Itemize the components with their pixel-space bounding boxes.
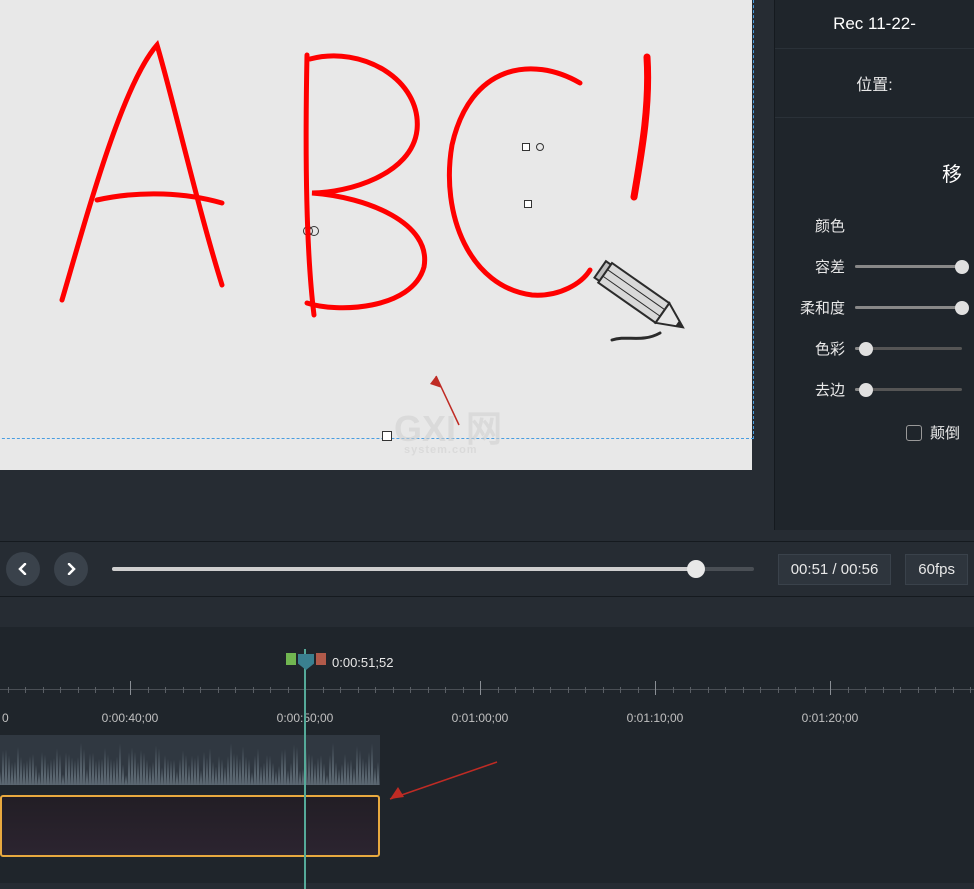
ruler-label: 0: [2, 711, 9, 725]
invert-checkbox[interactable]: [906, 425, 922, 441]
panel-section-title: 移: [775, 117, 974, 205]
preview-area[interactable]: GXI 网 system.com: [0, 0, 774, 530]
marker-start-icon[interactable]: [286, 653, 296, 665]
ruler-label: 0:01:10;00: [627, 711, 684, 725]
resize-handle-bottom[interactable]: [382, 431, 392, 441]
prev-frame-button[interactable]: [6, 552, 40, 586]
playback-bar: 00:51 / 00:56 60fps: [0, 541, 974, 597]
playhead-grip-icon[interactable]: [298, 654, 314, 670]
panel-title: Rec 11-22-: [775, 0, 974, 49]
time-display: 00:51 / 00:56: [778, 554, 892, 585]
seek-thumb[interactable]: [687, 560, 705, 578]
invert-label: 颠倒: [930, 422, 960, 443]
slider-color-label: 颜色: [787, 215, 845, 236]
timeline-panel[interactable]: 00:00:40;000:00:50;000:01:00;000:01:10;0…: [0, 627, 974, 883]
fps-display[interactable]: 60fps: [905, 554, 968, 585]
slider-softness-label: 柔和度: [787, 297, 845, 318]
slider-hue-row: 色彩: [775, 328, 974, 369]
slider-tolerance[interactable]: [855, 265, 962, 268]
group-handle-bottom[interactable]: [524, 200, 532, 208]
position-label: 位置:: [775, 49, 974, 117]
slider-hue[interactable]: [855, 347, 962, 350]
seek-bar[interactable]: [112, 567, 754, 571]
group-handle-circle[interactable]: [536, 143, 544, 151]
chevron-right-icon: [65, 563, 77, 575]
ruler-label: 0:01:20;00: [802, 711, 859, 725]
playhead-handle[interactable]: [294, 651, 318, 673]
waveform-icon: [0, 735, 380, 785]
audio-track-clip[interactable]: [0, 735, 380, 785]
properties-panel: Rec 11-22- 位置: 移 颜色 容差 柔和度 色彩 去边 颠倒: [774, 0, 974, 530]
next-frame-button[interactable]: [54, 552, 88, 586]
slider-defringe[interactable]: [855, 388, 962, 391]
ruler-label: 0:00:40;00: [102, 711, 159, 725]
invert-row: 颠倒: [775, 410, 974, 455]
timeline-ruler[interactable]: 00:00:40;000:00:50;000:01:00;000:01:10;0…: [0, 649, 974, 725]
group-handle[interactable]: [522, 143, 530, 151]
selection-bounds[interactable]: [0, 0, 754, 439]
slider-defringe-row: 去边: [775, 369, 974, 410]
slider-defringe-label: 去边: [787, 379, 845, 400]
video-track-clip[interactable]: [0, 795, 380, 857]
timeline-playhead[interactable]: [304, 649, 306, 889]
slider-softness-row: 柔和度: [775, 287, 974, 328]
ruler-label: 0:01:00;00: [452, 711, 509, 725]
rotation-center-icon[interactable]: [303, 226, 315, 238]
slider-tolerance-label: 容差: [787, 256, 845, 277]
playhead-time: 0:00:51;52: [332, 655, 393, 670]
chevron-left-icon: [17, 563, 29, 575]
marker-end-icon[interactable]: [316, 653, 326, 665]
slider-hue-label: 色彩: [787, 338, 845, 359]
slider-color-row: 颜色: [775, 205, 974, 246]
slider-softness[interactable]: [855, 306, 962, 309]
annotation-arrow-1: [424, 370, 474, 430]
annotation-arrow-2: [382, 757, 502, 807]
slider-tolerance-row: 容差: [775, 246, 974, 287]
